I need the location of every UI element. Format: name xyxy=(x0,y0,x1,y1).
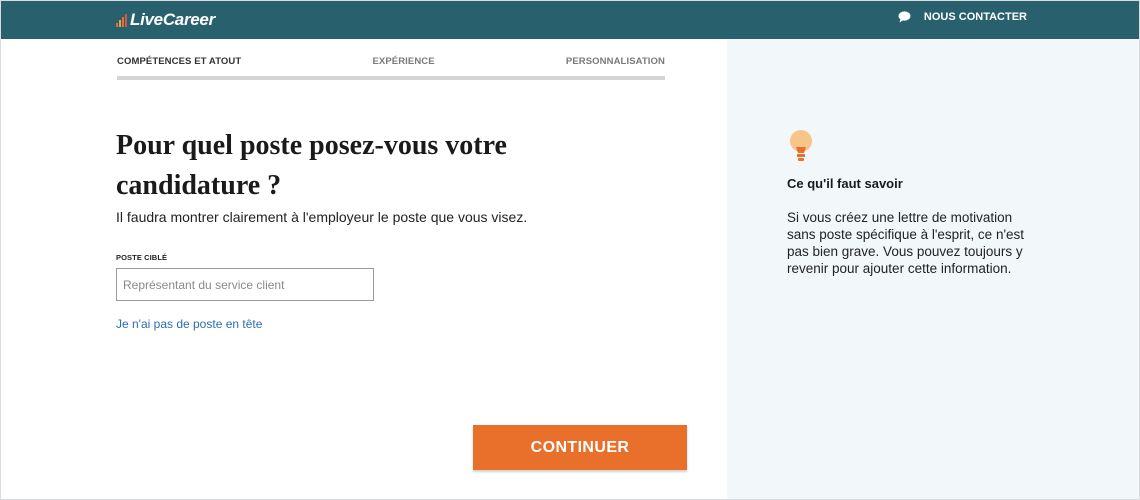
brand-name: LiveCareer xyxy=(130,10,215,29)
step-personnalisation[interactable]: PERSONNALISATION xyxy=(566,56,665,67)
logo-bars-icon xyxy=(116,13,128,27)
progress-bar xyxy=(117,76,665,80)
top-navigation-bar: LiveCareer NOUS CONTACTER xyxy=(1,1,1139,39)
target-job-label: POSTE CIBLÉ xyxy=(116,253,168,262)
continue-button[interactable]: CONTINUER xyxy=(473,425,687,470)
chat-bubble-icon xyxy=(898,11,911,23)
progress-steps: COMPÉTENCES ET ATOUT EXPÉRIENCE PERSONNA… xyxy=(117,56,665,67)
tip-body: Si vous créez une lettre de motivation s… xyxy=(787,210,1025,276)
tip-title: Ce qu'il faut savoir xyxy=(787,176,903,191)
target-job-input[interactable] xyxy=(116,268,374,301)
page-title: Pour quel poste posez-vous votre candida… xyxy=(116,130,507,201)
lightbulb-icon xyxy=(790,130,812,161)
page-subtitle: Il faudra montrer clairement à l'employe… xyxy=(116,209,528,225)
contact-us-button[interactable]: NOUS CONTACTER xyxy=(898,11,1027,23)
livecareer-logo[interactable]: LiveCareer xyxy=(116,9,215,31)
step-competences[interactable]: COMPÉTENCES ET ATOUT xyxy=(117,56,241,67)
step-experience[interactable]: EXPÉRIENCE xyxy=(372,56,434,67)
contact-us-label: NOUS CONTACTER xyxy=(923,11,1027,23)
no-job-in-mind-link[interactable]: Je n'ai pas de poste en tête xyxy=(116,317,262,331)
